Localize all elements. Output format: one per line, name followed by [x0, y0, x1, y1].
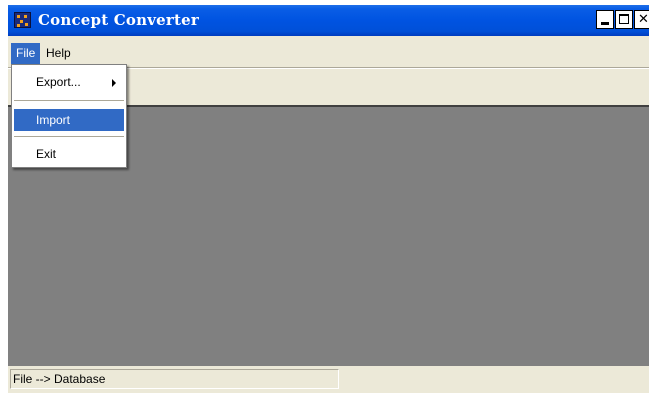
- menu-help[interactable]: Help: [41, 43, 76, 64]
- menu-separator: [14, 100, 124, 101]
- menu-file[interactable]: File: [11, 43, 41, 64]
- submenu-arrow-icon: [112, 79, 116, 87]
- menu-item-exit-label: Exit: [36, 147, 57, 161]
- status-bar: File --> Database: [8, 366, 649, 393]
- menu-item-export-label: Export...: [36, 75, 81, 89]
- status-panel: File --> Database: [10, 369, 339, 389]
- menu-separator: [14, 136, 124, 137]
- app-icon[interactable]: [14, 12, 31, 28]
- minimize-button[interactable]: [596, 10, 614, 29]
- maximize-button[interactable]: [615, 10, 633, 29]
- file-menu-dropdown: Export... Import Exit: [11, 64, 127, 168]
- menu-item-exit[interactable]: Exit: [14, 143, 124, 165]
- menu-bar: File Help: [8, 43, 649, 64]
- window-title: Concept Converter: [38, 11, 199, 29]
- minimize-icon: [601, 22, 609, 25]
- menu-item-export[interactable]: Export...: [14, 71, 124, 93]
- title-bar[interactable]: Concept Converter ✕: [8, 5, 649, 36]
- menu-item-import[interactable]: Import: [14, 109, 124, 131]
- app-window: Concept Converter ✕ File Help File --> D…: [8, 5, 649, 393]
- close-button[interactable]: ✕: [634, 10, 649, 29]
- maximize-icon: [619, 14, 629, 24]
- menu-item-import-label: Import: [36, 113, 71, 127]
- close-icon: ✕: [638, 12, 649, 27]
